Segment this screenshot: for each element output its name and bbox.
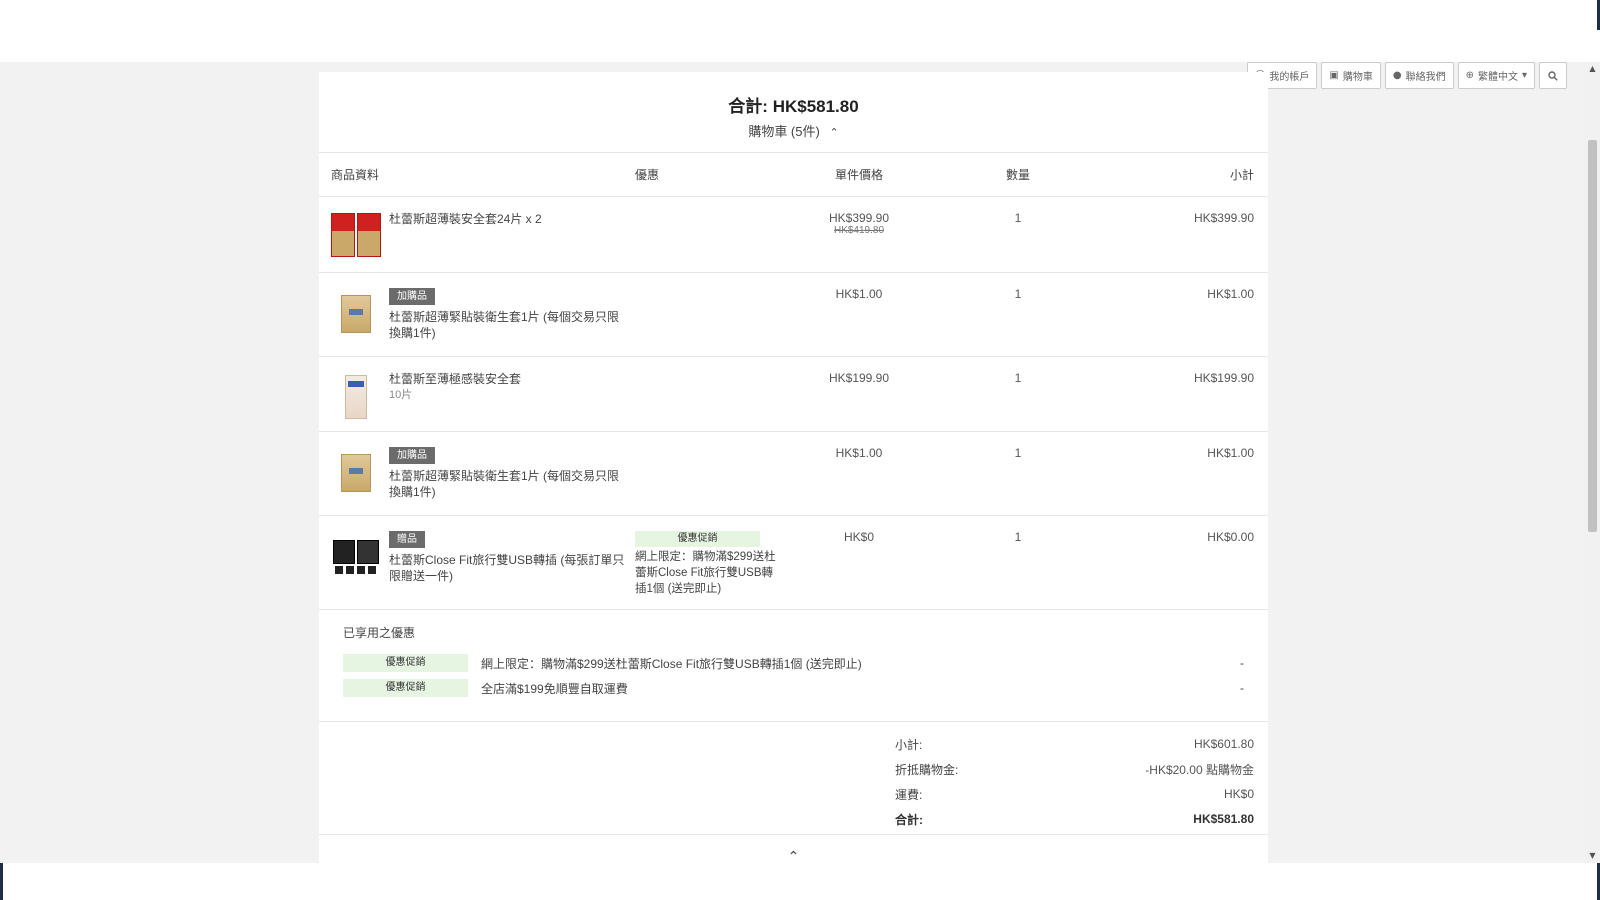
subtotal-label: 小計: bbox=[895, 737, 923, 752]
product-name[interactable]: 杜蕾斯Close Fit旅行雙USB轉插 (每張訂單只限贈送一件) bbox=[389, 552, 627, 584]
subtotal-line: 小計: HK$601.80 bbox=[895, 732, 1254, 757]
header-qty: 數量 bbox=[938, 153, 1098, 197]
total-line: 合計: HK$581.80 bbox=[895, 807, 1254, 832]
summary-total-label: 合計: bbox=[728, 97, 768, 116]
credit-value: -HK$20.00 點購物金 bbox=[1145, 762, 1254, 777]
applied-promotions-title: 已享用之優惠 bbox=[343, 625, 416, 640]
vertical-scrollbar[interactable]: ▲ ▼ bbox=[1585, 62, 1600, 863]
shipping-label: 運費: bbox=[895, 787, 923, 802]
promo-badge: 優惠促銷 bbox=[635, 530, 760, 547]
applied-promo-row: 優惠促銷 網上限定：購物滿$299送杜蕾斯Close Fit旅行雙USB轉插1個… bbox=[343, 651, 1244, 676]
cart-button[interactable]: ▣ 購物車 bbox=[1321, 62, 1381, 89]
promo-description: 網上限定：購物滿$299送杜蕾斯Close Fit旅行雙USB轉插1個 (送完即… bbox=[481, 656, 862, 671]
product-image[interactable] bbox=[331, 293, 381, 343]
cart-icon: ▣ bbox=[1329, 70, 1339, 81]
promo-badge: 優惠促銷 bbox=[343, 679, 468, 697]
cart-summary-card: 合計: HK$581.80 購物車 (5件) ⌃ 商品資料 優惠 單件價格 數量… bbox=[319, 72, 1268, 863]
product-image[interactable] bbox=[331, 452, 381, 502]
product-image[interactable] bbox=[331, 211, 381, 261]
gift-tag: 贈品 bbox=[389, 530, 425, 548]
header-subtotal: 小計 bbox=[1098, 153, 1268, 197]
unit-price: HK$199.90 bbox=[828, 370, 890, 385]
summary-total-value: HK$581.80 bbox=[772, 97, 859, 116]
row-subtotal: HK$1.00 bbox=[1207, 286, 1254, 301]
original-price: HK$419.80 bbox=[833, 224, 885, 236]
cart-label: 購物車 bbox=[1342, 72, 1373, 83]
product-name[interactable]: 杜蕾斯超薄緊貼裝衛生套1片 (每個交易只限換購1件) bbox=[389, 309, 627, 341]
top-white-area bbox=[0, 0, 1600, 62]
language-label: 繁體中文 bbox=[1477, 72, 1518, 83]
row-subtotal: HK$199.90 bbox=[1193, 370, 1254, 385]
product-name[interactable]: 杜蕾斯超薄緊貼裝衛生套1片 (每個交易只限換購1件) bbox=[389, 468, 627, 500]
collapse-cart-button[interactable]: ⌃ bbox=[319, 835, 1268, 864]
subtotal-value: HK$601.80 bbox=[1193, 737, 1254, 751]
chevron-up-icon: ⌃ bbox=[829, 127, 839, 139]
credit-label: 折抵購物金: bbox=[895, 762, 959, 777]
total-value: HK$581.80 bbox=[1193, 812, 1254, 826]
globe-icon: ⊕ bbox=[1465, 70, 1474, 81]
unit-price: HK$399.90 bbox=[828, 210, 890, 225]
window-edge-left bbox=[0, 863, 3, 900]
caret-down-icon: ▾ bbox=[1521, 70, 1527, 81]
product-name[interactable]: 杜蕾斯超薄裝安全套24片 x 2 bbox=[389, 211, 542, 227]
row-subtotal: HK$0.00 bbox=[1207, 529, 1254, 544]
promo-value: - bbox=[1240, 656, 1244, 670]
add-on-tag: 加購品 bbox=[389, 446, 435, 464]
quantity: 1 bbox=[1014, 445, 1022, 460]
header-promo: 優惠 bbox=[635, 153, 780, 197]
product-image[interactable] bbox=[331, 373, 381, 423]
product-variant: 10片 bbox=[389, 388, 413, 401]
applied-promo-row: 優惠促銷 全店滿$199免順豐自取運費 - bbox=[343, 676, 1244, 701]
row-subtotal: HK$1.00 bbox=[1207, 445, 1254, 460]
cart-table: 商品資料 優惠 單件價格 數量 小計 杜蕾斯超薄裝安全套24片 x 2 HK$3… bbox=[319, 153, 1268, 610]
quantity: 1 bbox=[1014, 286, 1022, 301]
product-name[interactable]: 杜蕾斯至薄極感裝安全套 bbox=[389, 371, 521, 387]
unit-price: HK$1.00 bbox=[835, 286, 883, 301]
shipping-line: 運費: HK$0 bbox=[895, 782, 1254, 807]
scrollbar-thumb[interactable] bbox=[1588, 140, 1597, 532]
table-row: 贈品 杜蕾斯Close Fit旅行雙USB轉插 (每張訂單只限贈送一件) 優惠促… bbox=[319, 515, 1268, 610]
cart-count-label: 購物車 (5件) bbox=[748, 124, 820, 139]
cart-toggle[interactable]: 購物車 (5件) ⌃ bbox=[319, 121, 1268, 140]
total-label: 合計: bbox=[895, 812, 923, 827]
table-header-row: 商品資料 優惠 單件價格 數量 小計 bbox=[319, 153, 1268, 197]
order-totals: 小計: HK$601.80 折抵購物金: -HK$20.00 點購物金 運費: … bbox=[319, 722, 1268, 835]
language-dropdown[interactable]: ⊕ 繁體中文 ▾ bbox=[1457, 62, 1535, 89]
contact-label: 聯絡我們 bbox=[1405, 72, 1446, 83]
table-row: 杜蕾斯至薄極感裝安全套 10片 HK$199.90 1 HK$199.90 bbox=[319, 356, 1268, 432]
unit-price: HK$0 bbox=[843, 529, 875, 544]
table-row: 杜蕾斯超薄裝安全套24片 x 2 HK$399.90 HK$419.80 1 H… bbox=[319, 196, 1268, 273]
add-on-tag: 加購品 bbox=[389, 287, 435, 305]
unit-price: HK$1.00 bbox=[835, 445, 883, 460]
promo-badge: 優惠促銷 bbox=[343, 654, 468, 672]
promo-description: 網上限定：購物滿$299送杜蕾斯Close Fit旅行雙USB轉插1個 (送完即… bbox=[635, 550, 776, 595]
chat-icon: ● bbox=[1392, 70, 1402, 81]
page-viewport: ☺ 我的帳戶 ▣ 購物車 ● 聯絡我們 ⊕ 繁體中文 ▾ 合計: HK$581.… bbox=[0, 62, 1585, 863]
search-icon bbox=[1548, 70, 1558, 81]
bottom-area bbox=[0, 863, 1600, 900]
quantity: 1 bbox=[1014, 370, 1022, 385]
product-image[interactable] bbox=[331, 534, 381, 584]
promo-description: 全店滿$199免順豐自取運費 bbox=[481, 681, 628, 696]
top-nav: ☺ 我的帳戶 ▣ 購物車 ● 聯絡我們 ⊕ 繁體中文 ▾ bbox=[1246, 62, 1567, 90]
row-subtotal: HK$399.90 bbox=[1193, 210, 1254, 225]
my-account-label: 我的帳戶 bbox=[1269, 72, 1310, 83]
chevron-up-icon: ⌃ bbox=[787, 848, 800, 864]
shipping-value: HK$0 bbox=[1223, 787, 1254, 801]
summary-total: 合計: HK$581.80 bbox=[319, 92, 1268, 117]
promo-value: - bbox=[1240, 681, 1244, 695]
applied-promotions: 已享用之優惠 優惠促銷 網上限定：購物滿$299送杜蕾斯Close Fit旅行雙… bbox=[319, 610, 1268, 722]
header-product: 商品資料 bbox=[319, 153, 635, 197]
scroll-up-arrow-icon[interactable]: ▲ bbox=[1585, 62, 1600, 76]
table-row: 加購品 杜蕾斯超薄緊貼裝衛生套1片 (每個交易只限換購1件) HK$1.00 1… bbox=[319, 272, 1268, 357]
contact-button[interactable]: ● 聯絡我們 bbox=[1384, 62, 1454, 89]
header-unit-price: 單件價格 bbox=[780, 153, 938, 197]
credit-line: 折抵購物金: -HK$20.00 點購物金 bbox=[895, 757, 1254, 782]
scroll-down-arrow-icon[interactable]: ▼ bbox=[1585, 849, 1600, 863]
quantity: 1 bbox=[1014, 210, 1022, 225]
search-button[interactable] bbox=[1539, 62, 1567, 89]
summary-header: 合計: HK$581.80 購物車 (5件) ⌃ bbox=[319, 72, 1268, 153]
quantity: 1 bbox=[1014, 529, 1022, 544]
table-row: 加購品 杜蕾斯超薄緊貼裝衛生套1片 (每個交易只限換購1件) HK$1.00 1… bbox=[319, 431, 1268, 516]
